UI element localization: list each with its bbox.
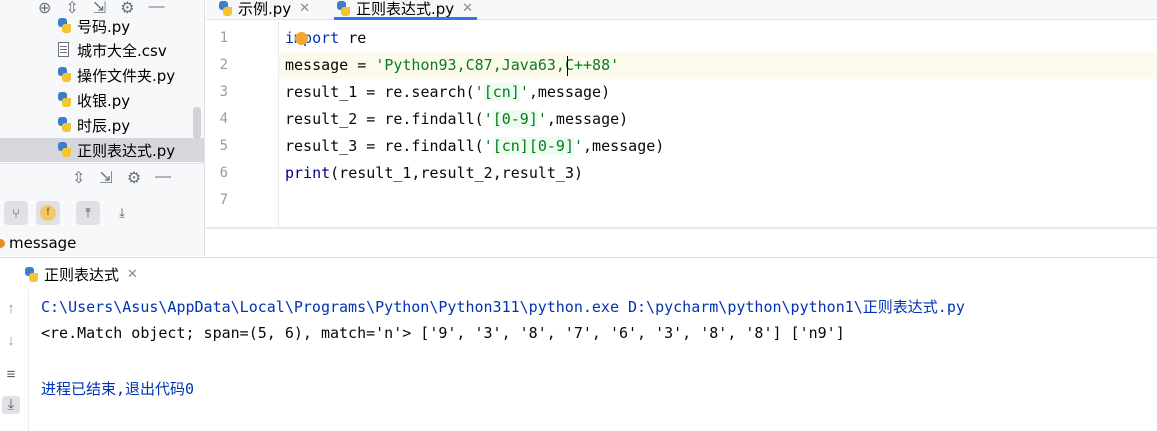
code-line[interactable]: result_1 = re.search('[cn]',message): [279, 79, 1157, 106]
file-name: 号码.py: [77, 17, 131, 36]
python-file-icon: [55, 141, 73, 159]
arrow-down-icon[interactable]: ↓: [2, 332, 20, 350]
line-number: 5: [219, 138, 228, 154]
close-icon[interactable]: ✕: [127, 267, 138, 282]
run-tab[interactable]: 正则表达式 ✕: [22, 264, 138, 285]
arrow-down-icon: ⤓: [119, 205, 125, 220]
file-item[interactable]: 时辰.py: [55, 113, 130, 137]
show-inherited-button[interactable]: ⑂: [4, 201, 28, 225]
python-file-icon: [22, 266, 40, 284]
crosshair-icon[interactable]: ⊕: [38, 0, 51, 18]
structure-item[interactable]: message: [0, 234, 76, 252]
line-number: 6: [219, 165, 228, 181]
file-name: 城市大全.csv: [77, 41, 167, 60]
structure-item-label: message: [9, 234, 77, 252]
python-file-icon: [55, 116, 73, 134]
intention-bulb-icon[interactable]: [295, 32, 308, 45]
editor-tabbar: 示例.py ✕ 正则表达式.py ✕: [206, 0, 1157, 20]
editor-divider: [206, 227, 1157, 229]
line-number: 1: [219, 30, 228, 46]
sort-up-button[interactable]: ⤒: [76, 201, 100, 225]
line-number: 4: [219, 111, 228, 127]
python-file-icon: [55, 66, 73, 84]
close-icon[interactable]: ✕: [462, 1, 473, 16]
tab-label: 示例.py: [238, 0, 292, 18]
python-file-icon: [55, 17, 73, 35]
arrow-up-icon[interactable]: ↑: [2, 300, 20, 318]
code-line[interactable]: result_2 = re.findall('[0-9]',message): [279, 106, 1157, 133]
code-editor[interactable]: import re message = 'Python93,C87,Java63,…: [279, 22, 1157, 228]
exit-message: 进程已结束,退出代码0: [41, 380, 195, 398]
gear-icon[interactable]: ⚙: [127, 168, 141, 188]
variable-icon: [0, 238, 5, 248]
expand-all-icon[interactable]: ⇳: [72, 168, 85, 188]
code-line[interactable]: result_3 = re.findall('[cn][0-9]',messag…: [279, 133, 1157, 160]
file-name: 正则表达式.py: [77, 141, 176, 160]
tab-regex[interactable]: 正则表达式.py ✕: [334, 0, 478, 20]
line-number: 2: [219, 57, 228, 73]
python-file-icon: [55, 91, 73, 109]
show-fields-button[interactable]: f: [36, 201, 60, 225]
csv-file-icon: [55, 41, 73, 59]
tab-label: 正则表达式.py: [356, 0, 455, 18]
console-output[interactable]: C:\Users\Asus\AppData\Local\Programs\Pyt…: [28, 290, 1157, 431]
text-caret: [567, 56, 568, 76]
scrollbar[interactable]: [193, 107, 201, 139]
file-item[interactable]: 号码.py: [55, 14, 130, 38]
python-file-icon: [334, 0, 352, 18]
minimize-icon[interactable]: —: [155, 168, 171, 188]
file-item[interactable]: 城市大全.csv: [55, 38, 167, 62]
code-line[interactable]: message = 'Python93,C87,Java63,C++88': [279, 52, 1157, 79]
structure-panel: ⇳ ⇲ ⚙ — ⑂ f ⤒ ⤓ message: [0, 163, 205, 256]
arrow-up-icon: ⤒: [85, 205, 91, 220]
line-number-gutter: 1 2 3 4 5 6 7: [206, 22, 279, 228]
run-panel-header: 正则表达式 ✕: [0, 257, 1157, 290]
code-line[interactable]: [279, 187, 1157, 214]
project-panel: ⊕ ⇳ ⇲ ⚙ — 号码.py 城市大全.csv 操作文件夹.py 收银.py 时辰.p…: [0, 0, 205, 163]
line-number: 7: [219, 192, 228, 208]
program-output: <re.Match object; span=(5, 6), match='n'…: [41, 324, 845, 342]
field-icon: f: [40, 205, 56, 221]
structure-toolbar: ⇳ ⇲ ⚙ —: [72, 168, 171, 188]
tab-example[interactable]: 示例.py ✕: [216, 0, 310, 20]
collapse-all-icon[interactable]: ⇲: [99, 168, 112, 188]
close-icon[interactable]: ✕: [299, 1, 310, 16]
line-number: 3: [219, 84, 228, 100]
file-item[interactable]: 操作文件夹.py: [55, 63, 175, 87]
code-line[interactable]: print(result_1,result_2,result_3): [279, 160, 1157, 187]
file-item[interactable]: 正则表达式.py: [0, 138, 204, 162]
hierarchy-icon: ⑂: [12, 205, 20, 221]
file-name: 时辰.py: [77, 116, 131, 135]
python-file-icon: [216, 0, 234, 18]
scroll-to-end-icon[interactable]: ⤓: [2, 396, 20, 414]
file-name: 操作文件夹.py: [77, 66, 176, 85]
code-line[interactable]: import re: [279, 25, 1157, 52]
sort-down-button[interactable]: ⤓: [110, 201, 134, 225]
minimize-icon[interactable]: —: [149, 0, 165, 18]
run-tab-label: 正则表达式: [44, 266, 120, 284]
run-toolbar: ↑ ↓ ≡ ⤓: [0, 290, 29, 431]
run-command: C:\Users\Asus\AppData\Local\Programs\Pyt…: [41, 298, 965, 316]
soft-wrap-icon[interactable]: ≡: [2, 366, 20, 384]
file-item[interactable]: 收银.py: [55, 88, 130, 112]
file-name: 收银.py: [77, 91, 131, 110]
